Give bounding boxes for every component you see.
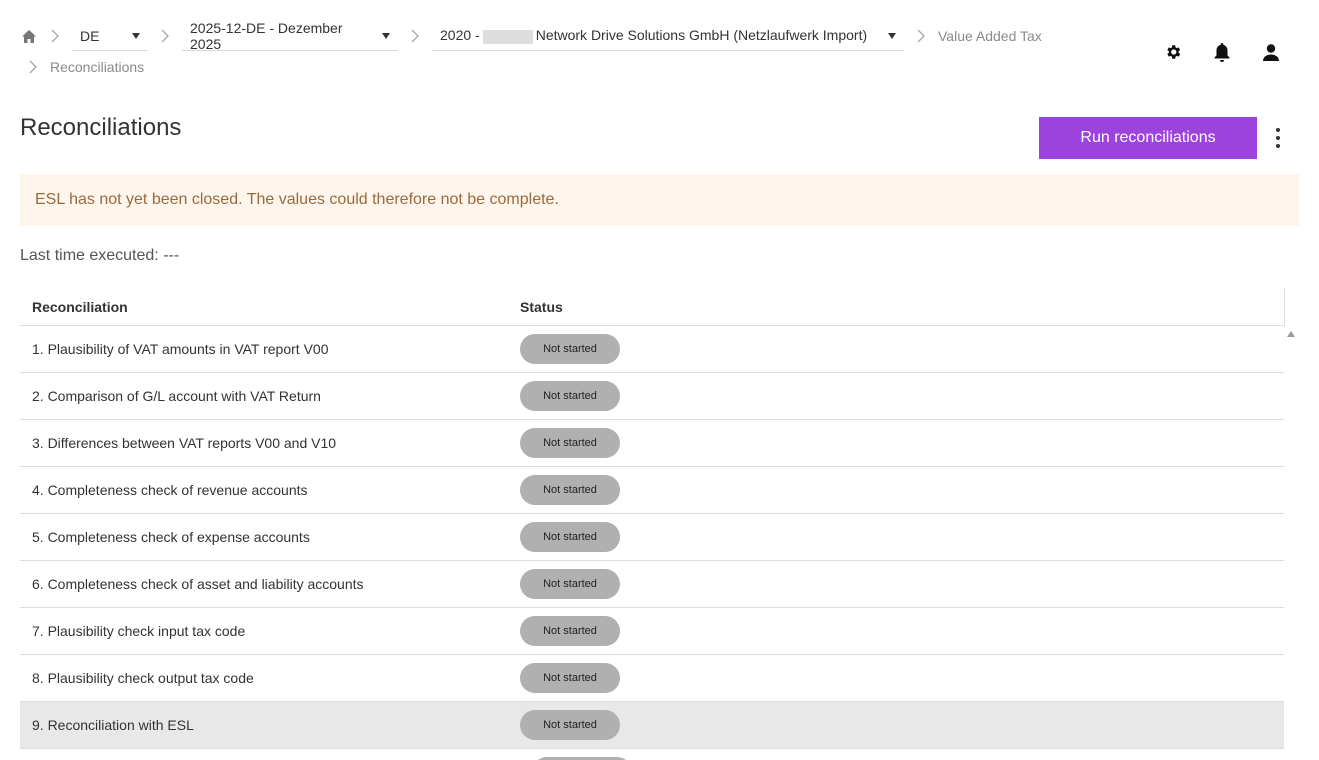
reconciliation-name: 1. Plausibility of VAT amounts in VAT re… — [32, 341, 329, 357]
period-value: 2025-12-DE - Dezember 2025 — [190, 19, 343, 52]
table-header: Reconciliation Status — [20, 288, 1284, 326]
caret-down-icon — [382, 32, 390, 39]
status-badge: Not started — [520, 710, 620, 740]
redacted-block — [482, 29, 533, 44]
breadcrumb-value-added-tax[interactable]: Value Added Tax — [938, 28, 1042, 44]
caret-down-icon — [132, 32, 140, 39]
table-scrollbar[interactable] — [1284, 326, 1299, 760]
last-executed-text: Last time executed: --- — [20, 247, 180, 264]
header-divider — [1284, 288, 1285, 326]
reconciliation-name: 5. Completeness check of expense account… — [32, 529, 310, 545]
country-value: DE — [80, 27, 100, 44]
status-badge: Not started — [520, 616, 620, 646]
table-row[interactable]: 3. Differences between VAT reports V00 a… — [20, 420, 1284, 467]
user-icon[interactable] — [1261, 40, 1281, 64]
gear-icon[interactable] — [1163, 40, 1183, 64]
table-row[interactable]: 5. Completeness check of expense account… — [20, 514, 1284, 561]
company-code: 2020 - — [440, 27, 480, 44]
status-badge: Not started — [520, 522, 620, 552]
table-row[interactable]: 8. Plausibility check output tax code No… — [20, 655, 1284, 702]
status-badge: Not started — [520, 663, 620, 693]
table-row-hovered[interactable]: 9. Reconciliation with ESL Not started — [20, 702, 1284, 749]
page-title: Reconciliations — [20, 114, 182, 141]
country-select[interactable]: DE — [72, 21, 148, 51]
column-header-reconciliation[interactable]: Reconciliation — [20, 299, 520, 315]
period-select[interactable]: 2025-12-DE - Dezember 2025 — [182, 19, 398, 52]
company-value: 2020 - Network Drive Solutions GmbH (Netz… — [440, 27, 868, 44]
table-row[interactable]: 4. Completeness check of revenue account… — [20, 467, 1284, 514]
status-badge: Not started — [520, 475, 620, 505]
company-name: Network Drive Solutions GmbH (Netzlaufwe… — [535, 27, 868, 44]
scroll-up-icon[interactable] — [1287, 331, 1295, 337]
bell-icon[interactable] — [1212, 40, 1232, 64]
more-options-icon[interactable] — [1268, 123, 1288, 153]
chevron-right-icon — [148, 29, 182, 43]
company-select[interactable]: 2020 - Network Drive Solutions GmbH (Netz… — [432, 21, 904, 51]
reconciliation-name: 9. Reconciliation with ESL — [32, 717, 194, 733]
chevron-right-icon — [904, 29, 938, 43]
breadcrumb: DE 2025-12-DE - Dezember 2025 2020 - Netw… — [20, 20, 1130, 82]
reconciliation-name: 4. Completeness check of revenue account… — [32, 482, 308, 498]
status-badge: Not started — [520, 569, 620, 599]
caret-down-icon — [888, 32, 896, 39]
table-row[interactable]: 6. Completeness check of asset and liabi… — [20, 561, 1284, 608]
run-reconciliations-button[interactable]: Run reconciliations — [1039, 117, 1257, 159]
reconciliation-name: 7. Plausibility check input tax code — [32, 623, 246, 639]
reconciliation-name: 3. Differences between VAT reports V00 a… — [32, 435, 337, 451]
table-row[interactable]: 1. Plausibility of VAT amounts in VAT re… — [20, 326, 1284, 373]
reconciliation-name: 2. Comparison of G/L account with VAT Re… — [32, 388, 321, 404]
warning-banner-text: ESL has not yet been closed. The values … — [35, 191, 559, 208]
status-badge: Not started — [520, 334, 620, 364]
reconciliation-name: 8. Plausibility check output tax code — [32, 670, 254, 686]
column-header-status[interactable]: Status — [520, 299, 563, 315]
header-actions — [1163, 40, 1281, 64]
reconciliations-table: Reconciliation Status 1. Plausibility of… — [20, 288, 1299, 760]
status-badge: Not started — [520, 381, 620, 411]
table-row[interactable]: 2. Comparison of G/L account with VAT Re… — [20, 373, 1284, 420]
status-badge: Not started — [520, 428, 620, 458]
breadcrumb-reconciliations[interactable]: Reconciliations — [50, 59, 144, 75]
home-icon[interactable] — [20, 27, 38, 45]
warning-banner: ESL has not yet been closed. The values … — [20, 174, 1299, 226]
reconciliation-name: 6. Completeness check of asset and liabi… — [32, 576, 364, 592]
table-row[interactable]: 7. Plausibility check input tax code Not… — [20, 608, 1284, 655]
chevron-right-icon — [38, 29, 72, 43]
chevron-right-icon — [22, 60, 44, 74]
chevron-right-icon — [398, 29, 432, 43]
